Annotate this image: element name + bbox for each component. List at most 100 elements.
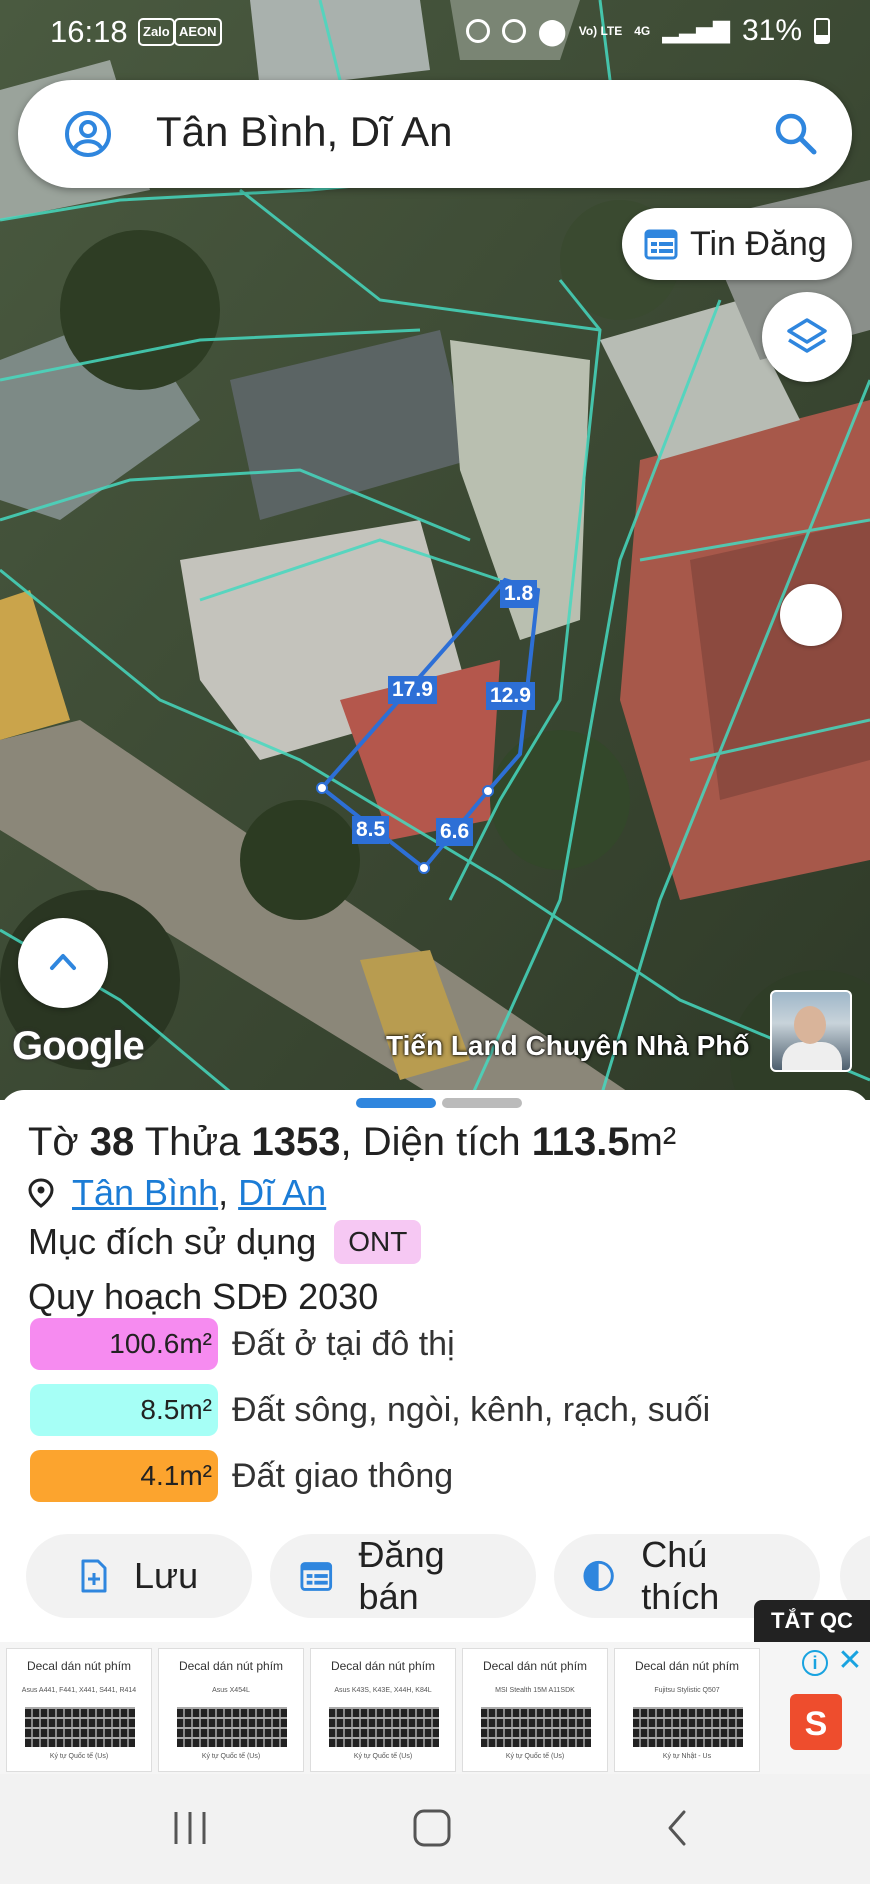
network-type-label: 4G: [634, 23, 651, 38]
area-value: 113.5: [531, 1120, 630, 1164]
ad-info-icon[interactable]: i: [802, 1650, 828, 1676]
contrast-icon: [583, 1560, 614, 1592]
action-row: Lưu Đăng bán Chú thích: [26, 1534, 820, 1618]
add-file-icon: [81, 1559, 107, 1593]
ad-card-model: Asus A441, F441, X441, S441, R414: [21, 1687, 137, 1694]
lot-prefix: Thửa: [144, 1120, 241, 1164]
location-pin-icon: [28, 1178, 54, 1208]
ad-card-footer: Ký tự Quốc tế (Us): [201, 1753, 261, 1760]
back-icon[interactable]: [664, 1808, 690, 1848]
parcel-info-sheet[interactable]: Tờ 38 Thửa 1353, Diện tích 113.5m² Tân B…: [0, 1090, 870, 1644]
segment-label: 17.9: [388, 676, 437, 704]
segment-label: 8.5: [352, 816, 390, 844]
keyboard-image: [177, 1707, 287, 1747]
keyboard-image: [633, 1707, 743, 1747]
search-icon[interactable]: [772, 110, 818, 156]
side-drawer-handle[interactable]: [780, 584, 842, 646]
sheet-number: 38: [89, 1120, 135, 1164]
search-input[interactable]: Tân Bình, Dĩ An: [156, 108, 453, 156]
channel-watermark: Tiến Land Chuyên Nhà Phố: [386, 1030, 750, 1061]
listings-label: Tin Đăng: [690, 224, 827, 263]
chevron-up-icon: [50, 954, 76, 970]
post-for-sale-label: Đăng bán: [358, 1534, 445, 1617]
ad-card-title: Decal dán nút phím: [26, 1659, 132, 1673]
zone-name: Đất ở tại đô thị: [232, 1324, 455, 1363]
zone-row: 8.5m² Đất sông, ngòi, kênh, rạch, suối: [30, 1384, 710, 1436]
segment-label: 6.6: [436, 818, 474, 846]
ad-card-title: Decal dán nút phím: [482, 1659, 588, 1673]
notification-icon: [465, 19, 490, 43]
map-view[interactable]: 1.8 17.9 12.9 8.5 6.6 16:18 Zalo AEON ⬤ …: [0, 0, 870, 1100]
zone-name: Đất giao thông: [232, 1456, 454, 1495]
ad-product-card[interactable]: Decal dán nút phím Asus A441, F441, X441…: [6, 1648, 152, 1772]
avatar-shirt: [782, 1042, 842, 1070]
zone-row: 4.1m² Đất giao thông: [30, 1450, 453, 1502]
ad-product-card[interactable]: Decal dán nút phím MSI Stealth 15M A11SD…: [462, 1648, 608, 1772]
ad-card-title: Decal dán nút phím: [330, 1659, 436, 1673]
layers-button[interactable]: [762, 292, 852, 382]
post-for-sale-button[interactable]: Đăng bán: [270, 1534, 536, 1618]
calendar-icon: [644, 229, 678, 260]
city-link[interactable]: Dĩ An: [238, 1172, 326, 1214]
purpose-badge: ONT: [334, 1220, 422, 1264]
lot-number: 1353: [251, 1120, 341, 1164]
ad-card-title: Decal dán nút phím: [634, 1659, 740, 1673]
shopee-logo-icon[interactable]: S: [790, 1694, 842, 1750]
purpose-label: Mục đích sử dụng: [28, 1221, 317, 1262]
ad-card-footer: Ký tự Quốc tế (Us): [49, 1753, 109, 1760]
ad-card-model: Fujitsu Stylistic Q507: [654, 1687, 720, 1694]
status-time: 16:18: [50, 14, 128, 49]
ad-card-footer: Ký tự Quốc tế (Us): [353, 1753, 413, 1760]
zone-amount: 100.6m²: [30, 1318, 218, 1370]
zone-amount: 4.1m²: [30, 1450, 218, 1502]
signal-icon: ▂▃▅▇: [662, 18, 730, 43]
area-unit: m²: [629, 1120, 677, 1164]
volte-label: Vo) LTE: [578, 23, 623, 38]
ad-card-footer: Ký tự Nhật - Us: [662, 1753, 712, 1760]
location-separator: ,: [218, 1172, 229, 1213]
calendar-icon: [300, 1562, 333, 1591]
ad-banner[interactable]: Decal dán nút phím Asus A441, F441, X441…: [0, 1642, 870, 1774]
ad-product-card[interactable]: Decal dán nút phím Fujitsu Stylistic Q50…: [614, 1648, 760, 1772]
layers-icon: [787, 318, 827, 353]
segment-label: 12.9: [486, 682, 535, 710]
recent-apps-icon[interactable]: [172, 1808, 208, 1848]
sheet-pager[interactable]: [356, 1098, 522, 1108]
sheet-prefix: Tờ: [28, 1120, 79, 1164]
area-prefix: , Diện tích: [340, 1120, 521, 1164]
keyboard-image: [329, 1707, 439, 1747]
turn-off-ads-button[interactable]: TẮT QC: [754, 1600, 870, 1642]
ad-card-footer: Ký tự Quốc tế (Us): [505, 1753, 565, 1760]
listings-button[interactable]: Tin Đăng: [622, 208, 852, 280]
battery-percent: 31%: [741, 14, 802, 47]
aeon-icon: AEON: [174, 18, 222, 46]
expand-button[interactable]: [18, 918, 108, 1008]
search-bar[interactable]: Tân Bình, Dĩ An: [18, 80, 852, 188]
save-button[interactable]: Lưu: [26, 1534, 252, 1618]
google-logo: Google: [12, 1024, 145, 1068]
system-navigation-bar: [0, 1774, 870, 1884]
zone-row: 100.6m² Đất ở tại đô thị: [30, 1318, 455, 1370]
channel-avatar[interactable]: [770, 990, 852, 1072]
ad-card-model: MSI Stealth 15M A11SDK: [495, 1687, 575, 1694]
ad-card-model: Asus X454L: [212, 1687, 250, 1694]
home-icon[interactable]: [412, 1808, 452, 1848]
battery-icon: [814, 18, 830, 44]
land-use-purpose: Mục đích sử dụng ONT: [28, 1220, 422, 1264]
zone-amount: 8.5m²: [30, 1384, 218, 1436]
ward-link[interactable]: Tân Bình: [72, 1172, 218, 1214]
account-icon[interactable]: [64, 110, 112, 158]
ad-product-card[interactable]: Decal dán nút phím Asus K43S, K43E, X44H…: [310, 1648, 456, 1772]
ad-card-title: Decal dán nút phím: [178, 1659, 284, 1673]
ad-product-card[interactable]: Decal dán nút phím Asus X454L Ký tự Quốc…: [158, 1648, 304, 1772]
keyboard-image: [25, 1707, 135, 1747]
pager-dot[interactable]: [442, 1098, 522, 1108]
zalo-icon: Zalo: [138, 18, 175, 46]
keyboard-image: [481, 1707, 591, 1747]
zone-name: Đất sông, ngòi, kênh, rạch, suối: [232, 1390, 711, 1429]
pager-dot-active[interactable]: [356, 1098, 436, 1108]
location-icon: ⬤: [537, 15, 567, 46]
ad-close-icon[interactable]: ✕: [836, 1646, 864, 1676]
save-label: Lưu: [134, 1555, 199, 1596]
alarm-icon: [501, 19, 526, 43]
